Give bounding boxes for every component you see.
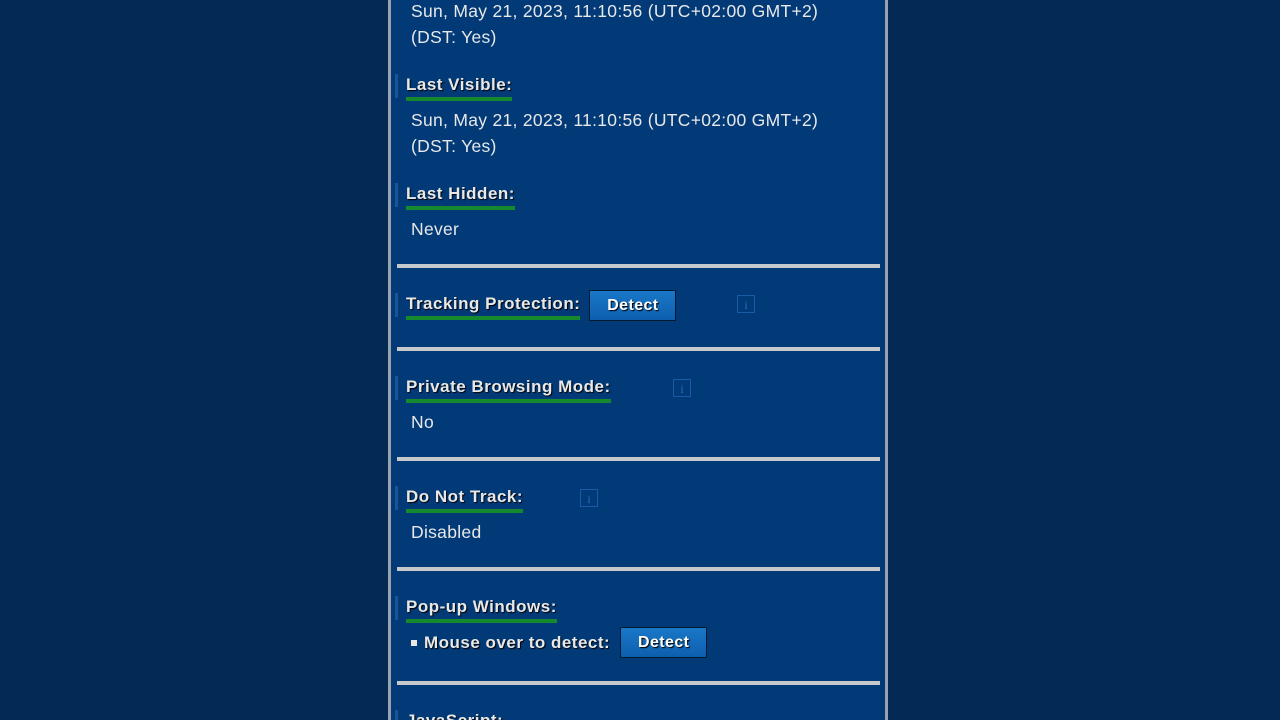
do-not-track-label: Do Not Track: (395, 486, 524, 513)
do-not-track-info-icon[interactable]: i (580, 489, 598, 507)
last-hidden-value: Never (411, 219, 460, 239)
section-divider (397, 681, 880, 685)
bullet-icon (411, 639, 417, 646)
last-hidden-label: Last Hidden: (395, 183, 515, 210)
last-visible-label: Last Visible: (395, 74, 513, 101)
last-visible-value-line2: (DST: Yes) (411, 136, 497, 156)
javascript-heading-row: JavaScript: (395, 708, 503, 720)
popup-detect-button[interactable]: Detect (620, 627, 708, 658)
section-divider (397, 264, 880, 268)
section-divider (397, 457, 880, 461)
section-divider (397, 567, 880, 571)
javascript-label: JavaScript: (395, 710, 503, 720)
tracking-protection-info-icon[interactable]: i (737, 295, 755, 313)
first-visible-value-line1: Sun, May 21, 2023, 11:10:56 (UTC+02:00 G… (411, 1, 819, 21)
private-browsing-info-icon[interactable]: i (673, 379, 691, 397)
private-browsing-label: Private Browsing Mode: (395, 376, 611, 403)
popup-windows-label: Pop-up Windows: (395, 596, 557, 623)
do-not-track-heading-row: Do Not Track: (395, 484, 524, 513)
popup-mouse-over-label: Mouse over to detect: (424, 632, 611, 652)
last-hidden-heading-row: Last Hidden: (395, 181, 515, 210)
popup-detect-row: Mouse over to detect: Detect (411, 627, 708, 658)
last-visible-heading-row: Last Visible: (395, 72, 513, 101)
info-panel: Sun, May 21, 2023, 11:10:56 (UTC+02:00 G… (388, 0, 888, 720)
section-divider (397, 347, 880, 351)
private-browsing-value: No (411, 412, 434, 432)
tracking-protection-heading-row: Tracking Protection: Detect (395, 289, 677, 321)
do-not-track-value: Disabled (411, 522, 482, 542)
first-visible-value-line2: (DST: Yes) (411, 27, 497, 47)
tracking-protection-label: Tracking Protection: (395, 293, 581, 320)
last-visible-value-line1: Sun, May 21, 2023, 11:10:56 (UTC+02:00 G… (411, 110, 819, 130)
popup-windows-heading-row: Pop-up Windows: (395, 594, 557, 623)
private-browsing-heading-row: Private Browsing Mode: (395, 374, 611, 403)
tracking-protection-detect-button[interactable]: Detect (589, 289, 677, 321)
